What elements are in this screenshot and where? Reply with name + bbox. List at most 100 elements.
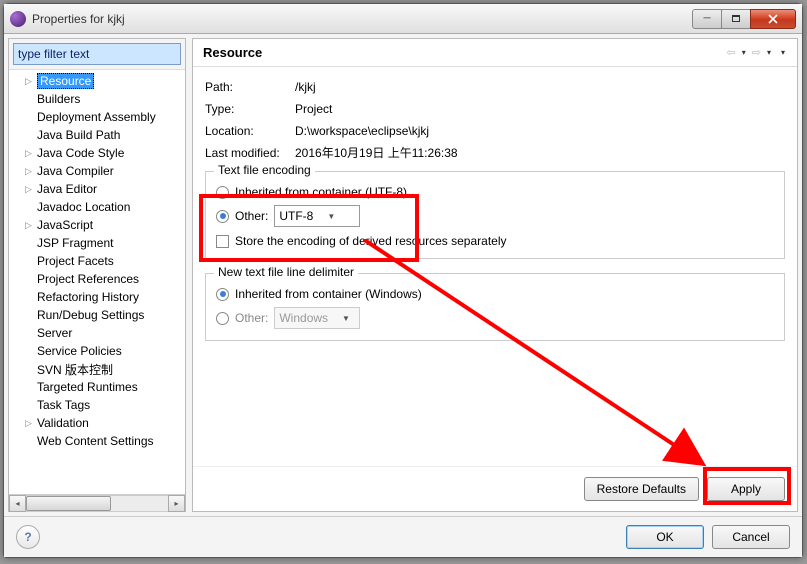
tree-item-label: Server bbox=[37, 326, 72, 340]
tree-expander-icon[interactable]: ▷ bbox=[23, 166, 34, 177]
ok-button[interactable]: OK bbox=[626, 525, 704, 549]
tree-expander-icon[interactable] bbox=[23, 130, 34, 141]
minimize-icon: ─ bbox=[703, 13, 710, 24]
apply-label: Apply bbox=[731, 482, 761, 496]
tree-item-java-editor[interactable]: ▷Java Editor bbox=[9, 180, 185, 198]
cancel-button[interactable]: Cancel bbox=[712, 525, 790, 549]
tree-item-web-content-settings[interactable]: Web Content Settings bbox=[9, 432, 185, 450]
tree-expander-icon[interactable] bbox=[23, 112, 34, 123]
apply-button[interactable]: Apply bbox=[707, 477, 785, 501]
cancel-label: Cancel bbox=[732, 530, 769, 544]
tree-expander-icon[interactable] bbox=[23, 94, 34, 105]
minimize-button[interactable]: ─ bbox=[692, 9, 722, 29]
tree-expander-icon[interactable]: ▷ bbox=[23, 184, 34, 195]
tree-item-label: Run/Debug Settings bbox=[37, 308, 144, 322]
tree-expander-icon[interactable] bbox=[23, 328, 34, 339]
encoding-group: Text file encoding Inherited from contai… bbox=[205, 171, 785, 259]
tree-expander-icon[interactable] bbox=[23, 400, 34, 411]
tree-expander-icon[interactable] bbox=[23, 310, 34, 321]
tree-item-validation[interactable]: ▷Validation bbox=[9, 414, 185, 432]
nav-back-drop-icon[interactable]: ▾ bbox=[740, 48, 748, 57]
encoding-combo-value: UTF-8 bbox=[279, 209, 313, 223]
maximize-button[interactable] bbox=[721, 9, 751, 29]
type-value: Project bbox=[295, 99, 332, 119]
tree-item-label: Java Code Style bbox=[37, 146, 124, 160]
tree-expander-icon[interactable] bbox=[23, 364, 34, 375]
tree-item-builders[interactable]: Builders bbox=[9, 90, 185, 108]
scroll-left-button[interactable]: ◂ bbox=[9, 495, 26, 512]
tree-item-label: JSP Fragment bbox=[37, 236, 113, 250]
sidebar: ▷ResourceBuildersDeployment AssemblyJava… bbox=[8, 38, 186, 512]
scroll-track[interactable] bbox=[26, 495, 168, 512]
tree-expander-icon[interactable]: ▷ bbox=[23, 76, 34, 87]
modified-value: 2016年10月19日 上午11:26:38 bbox=[295, 143, 458, 163]
tree-item-java-code-style[interactable]: ▷Java Code Style bbox=[9, 144, 185, 162]
tree-hscrollbar[interactable]: ◂ ▸ bbox=[9, 494, 185, 511]
nav-back-icon[interactable]: ⇦ bbox=[725, 46, 738, 59]
help-button[interactable]: ? bbox=[16, 525, 40, 549]
encoding-inherited-radio[interactable] bbox=[216, 186, 229, 199]
tree-expander-icon[interactable] bbox=[23, 202, 34, 213]
store-derived-label: Store the encoding of derived resources … bbox=[235, 234, 507, 248]
store-derived-checkbox[interactable] bbox=[216, 235, 229, 248]
category-tree[interactable]: ▷ResourceBuildersDeployment AssemblyJava… bbox=[9, 70, 185, 494]
tree-expander-icon[interactable] bbox=[23, 292, 34, 303]
titlebar[interactable]: Properties for kjkj ─ bbox=[4, 4, 802, 34]
restore-defaults-label: Restore Defaults bbox=[597, 482, 686, 496]
delimiter-other-label: Other: bbox=[235, 311, 268, 325]
tree-item-label: Validation bbox=[37, 416, 89, 430]
tree-item-javascript[interactable]: ▷JavaScript bbox=[9, 216, 185, 234]
delimiter-other-radio[interactable] bbox=[216, 312, 229, 325]
close-button[interactable] bbox=[750, 9, 796, 29]
tree-item-javadoc-location[interactable]: Javadoc Location bbox=[9, 198, 185, 216]
tree-expander-icon[interactable]: ▷ bbox=[23, 418, 34, 429]
tree-item-resource[interactable]: ▷Resource bbox=[9, 72, 185, 90]
tree-item-service-policies[interactable]: Service Policies bbox=[9, 342, 185, 360]
tree-item-label: Project References bbox=[37, 272, 139, 286]
filter-input[interactable] bbox=[13, 43, 181, 65]
chevron-down-icon: ▼ bbox=[342, 314, 350, 323]
nav-forward-drop-icon[interactable]: ▾ bbox=[765, 48, 773, 57]
scroll-thumb[interactable] bbox=[26, 496, 111, 511]
restore-defaults-button[interactable]: Restore Defaults bbox=[584, 477, 699, 501]
encoding-combo[interactable]: UTF-8 ▼ bbox=[274, 205, 360, 227]
tree-item-jsp-fragment[interactable]: JSP Fragment bbox=[9, 234, 185, 252]
tree-item-label: Project Facets bbox=[37, 254, 114, 268]
tree-item-targeted-runtimes[interactable]: Targeted Runtimes bbox=[9, 378, 185, 396]
tree-expander-icon[interactable] bbox=[23, 238, 34, 249]
tree-expander-icon[interactable] bbox=[23, 382, 34, 393]
tree-item-project-facets[interactable]: Project Facets bbox=[9, 252, 185, 270]
tree-expander-icon[interactable] bbox=[23, 436, 34, 447]
tree-item-task-tags[interactable]: Task Tags bbox=[9, 396, 185, 414]
tree-expander-icon[interactable]: ▷ bbox=[23, 220, 34, 231]
delimiter-group: New text file line delimiter Inherited f… bbox=[205, 273, 785, 341]
encoding-other-radio[interactable] bbox=[216, 210, 229, 223]
tree-item-project-references[interactable]: Project References bbox=[9, 270, 185, 288]
tree-item-deployment-assembly[interactable]: Deployment Assembly bbox=[9, 108, 185, 126]
tree-item-label: Service Policies bbox=[37, 344, 122, 358]
tree-item-run-debug-settings[interactable]: Run/Debug Settings bbox=[9, 306, 185, 324]
tree-item-java-compiler[interactable]: ▷Java Compiler bbox=[9, 162, 185, 180]
nav-forward-icon[interactable]: ⇨ bbox=[750, 46, 763, 59]
tree-expander-icon[interactable] bbox=[23, 256, 34, 267]
tree-item-label: Web Content Settings bbox=[37, 434, 154, 448]
location-label: Location: bbox=[205, 121, 295, 141]
path-label: Path: bbox=[205, 77, 295, 97]
tree-expander-icon[interactable] bbox=[23, 346, 34, 357]
delimiter-inherited-radio[interactable] bbox=[216, 288, 229, 301]
tree-item-refactoring-history[interactable]: Refactoring History bbox=[9, 288, 185, 306]
tree-item-svn-[interactable]: SVN 版本控制 bbox=[9, 360, 185, 378]
tree-item-label: JavaScript bbox=[37, 218, 93, 232]
scroll-right-button[interactable]: ▸ bbox=[168, 495, 185, 512]
tree-item-label: Java Build Path bbox=[37, 128, 120, 142]
tree-expander-icon[interactable]: ▷ bbox=[23, 148, 34, 159]
tree-item-label: Resource bbox=[37, 73, 94, 89]
tree-item-label: Java Compiler bbox=[37, 164, 114, 178]
type-label: Type: bbox=[205, 99, 295, 119]
tree-item-server[interactable]: Server bbox=[9, 324, 185, 342]
delimiter-combo: Windows ▼ bbox=[274, 307, 360, 329]
tree-item-java-build-path[interactable]: Java Build Path bbox=[9, 126, 185, 144]
tree-item-label: SVN 版本控制 bbox=[37, 361, 113, 378]
view-menu-icon[interactable]: ▾ bbox=[779, 48, 787, 57]
tree-expander-icon[interactable] bbox=[23, 274, 34, 285]
